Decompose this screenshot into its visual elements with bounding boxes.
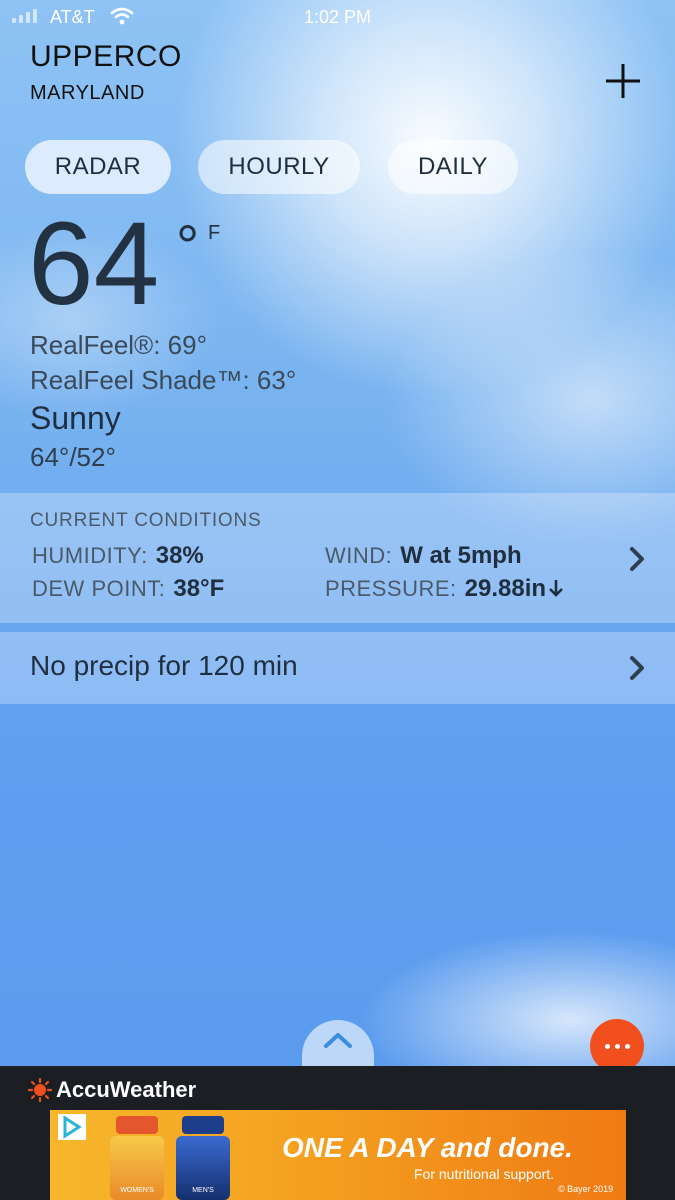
- brand-name: AccuWeather: [56, 1077, 197, 1102]
- chevron-right-icon[interactable]: [628, 654, 648, 682]
- tab-hourly[interactable]: HOURLY: [198, 140, 360, 194]
- wind-value: W at 5mph: [400, 542, 522, 569]
- dew-point-row: DEW POINT: 38°F: [32, 575, 224, 603]
- dew-point-value: 38°F: [173, 575, 225, 602]
- status-bar: AT&T 1:02 PM: [0, 0, 675, 36]
- mens-bottle-label: MEN'S: [192, 1187, 214, 1194]
- womens-bottle: WOMEN'S: [110, 1116, 164, 1200]
- current-conditions-title: CURRENT CONDITIONS: [30, 510, 262, 531]
- pressure-label: PRESSURE:: [325, 576, 457, 601]
- humidity-row: HUMIDITY: 38%: [32, 542, 204, 570]
- weather-condition: Sunny: [30, 400, 121, 436]
- ellipsis-icon: [604, 1043, 610, 1049]
- state-name: MARYLAND: [30, 82, 145, 104]
- realfeel-text: RealFeel®: 69°: [30, 330, 207, 360]
- humidity-value: 38%: [155, 542, 204, 569]
- more-options-button[interactable]: [590, 1019, 644, 1073]
- pressure-row: PRESSURE: 29.88in: [325, 575, 564, 603]
- ad-subline: For nutritional support.: [414, 1166, 555, 1182]
- sun-icon: [28, 1078, 52, 1102]
- high-low-temperature: 64°/52°: [30, 442, 116, 472]
- tab-radar[interactable]: RADAR: [25, 140, 171, 194]
- wind-label: WIND:: [325, 543, 393, 568]
- current-temperature: 64: [28, 198, 160, 330]
- ad-copyright: © Bayer 2019: [558, 1184, 614, 1194]
- plus-icon[interactable]: [600, 60, 646, 102]
- ad-headline: ONE A DAY and done.: [282, 1132, 573, 1163]
- precip-forecast-text: No precip for 120 min: [30, 650, 298, 681]
- realfeel-shade-text: RealFeel Shade™: 63°: [30, 365, 297, 395]
- status-time: 1:02 PM: [303, 7, 372, 27]
- dew-point-label: DEW POINT:: [32, 576, 166, 601]
- city-name: UPPERCO: [30, 40, 182, 73]
- tab-daily[interactable]: DAILY: [388, 140, 518, 194]
- wind-row: WIND: W at 5mph: [325, 542, 522, 570]
- pressure-value: 29.88in: [464, 575, 547, 602]
- temperature-unit: F: [208, 222, 221, 244]
- adchoices-icon[interactable]: [58, 1114, 86, 1140]
- arrow-down-icon: [549, 580, 563, 597]
- humidity-label: HUMIDITY:: [32, 543, 148, 568]
- ad-banner[interactable]: WOMEN'S MEN'S ONE A DAY and done. For nu…: [50, 1110, 626, 1200]
- chevron-right-icon[interactable]: [628, 545, 648, 573]
- womens-bottle-label: WOMEN'S: [120, 1187, 154, 1194]
- chevron-up-icon: [324, 1033, 352, 1048]
- degree-symbol: °: [176, 214, 200, 279]
- mens-bottle: MEN'S: [176, 1116, 230, 1200]
